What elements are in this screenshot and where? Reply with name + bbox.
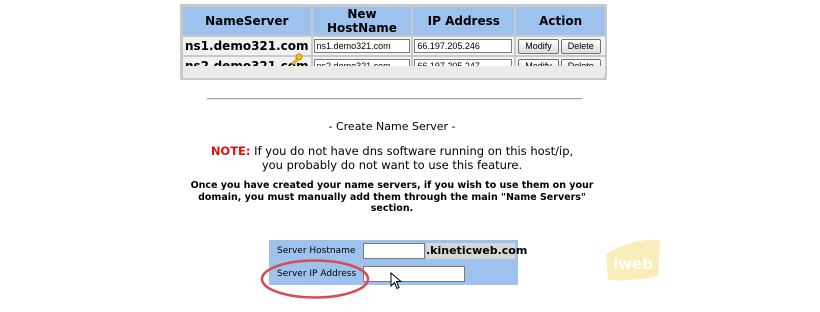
- mouse-pointer-icon: [390, 272, 402, 290]
- instructions-line-2: domain, you must manually add them throu…: [198, 191, 586, 203]
- action-cell: ModifyDelete: [516, 37, 605, 55]
- server-ip-address-input[interactable]: [363, 266, 465, 282]
- instructions-line-1: Once you have created your name servers,…: [190, 180, 594, 191]
- note-line-2: you probably do not want to use this fea…: [261, 158, 523, 172]
- ip-address-input[interactable]: [414, 39, 513, 53]
- note-label: NOTE:: [210, 144, 251, 158]
- table-row: ns1.demo321.com ModifyDelete: [183, 37, 605, 55]
- highlight-circle-annotation: [260, 259, 370, 299]
- delete-button[interactable]: Delete: [560, 38, 601, 54]
- section-title: - Create Name Server -: [328, 120, 456, 133]
- instructions-text: Once you have created your name servers,…: [0, 180, 784, 215]
- server-hostname-label: Server Hostname: [277, 246, 356, 256]
- modify-button[interactable]: Modify: [518, 38, 559, 54]
- instructions-line-3: section.: [370, 203, 414, 214]
- nameserver-table-panel: NameServer New HostName IP Address Actio…: [180, 4, 607, 80]
- server-hostname-input[interactable]: [363, 243, 425, 259]
- key-icon: [291, 53, 303, 66]
- table-footer: [183, 66, 604, 78]
- column-header-nameserver: NameServer: [183, 7, 311, 35]
- note-line-1: If you do not have dns software running …: [250, 144, 574, 158]
- watermark-text: iweb: [613, 255, 653, 273]
- new-hostname-input[interactable]: [313, 39, 410, 53]
- column-header-ip-address: IP Address: [413, 7, 515, 35]
- note-text: NOTE: If you do not have dns software ru…: [0, 144, 784, 172]
- table-header-row: NameServer New HostName IP Address Actio…: [183, 7, 605, 35]
- iweb-watermark-logo: iweb: [606, 239, 660, 281]
- column-header-action: Action: [516, 7, 605, 35]
- section-divider: [207, 98, 582, 100]
- domain-suffix: .kineticweb.com: [426, 243, 528, 259]
- ip-cell: [413, 37, 515, 55]
- column-header-new-hostname: New HostName: [312, 7, 412, 35]
- hostname-cell: [312, 37, 412, 55]
